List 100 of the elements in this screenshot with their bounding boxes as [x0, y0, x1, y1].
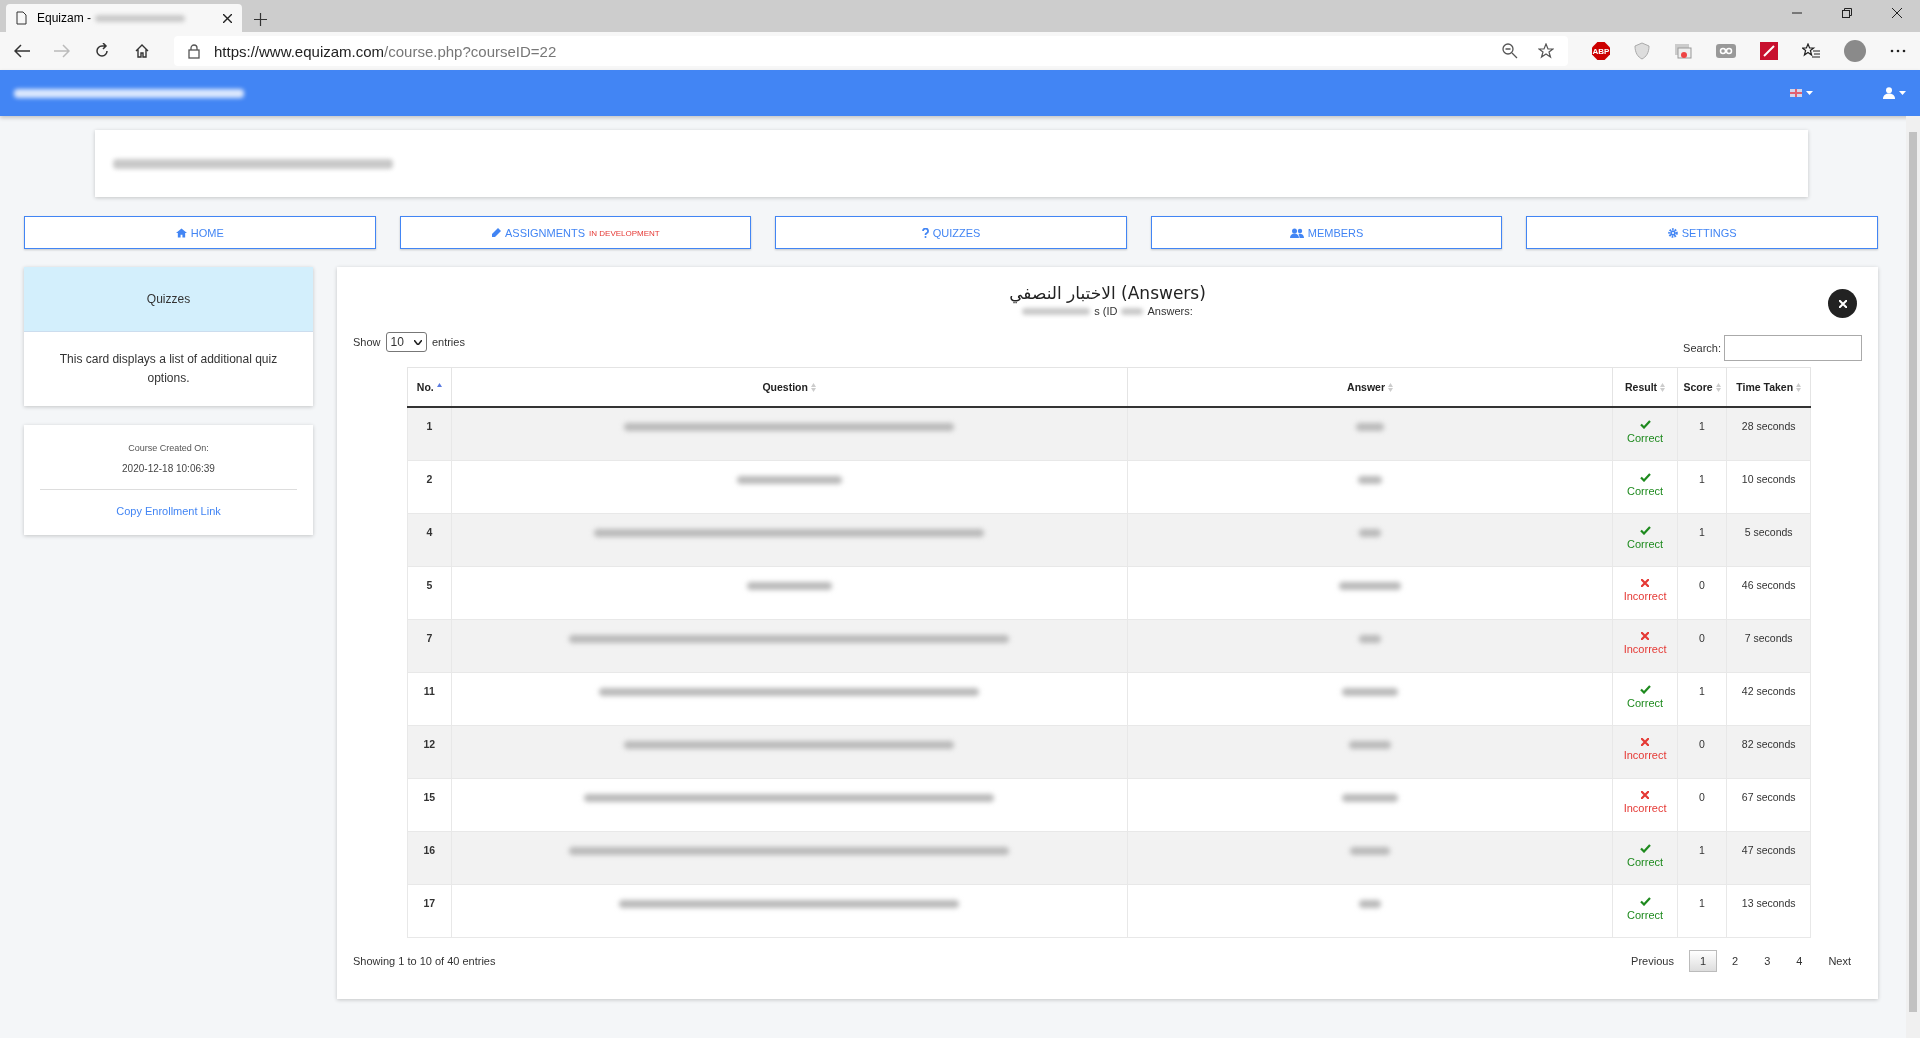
- check-icon: [1639, 843, 1651, 853]
- table-cell: 17: [407, 884, 452, 937]
- language-dropdown[interactable]: [1790, 89, 1813, 97]
- table-cell: 1: [1677, 407, 1727, 460]
- nav-button[interactable]: ASSIGNMENTS IN DEVELOPMENT: [399, 216, 752, 249]
- extension-icon[interactable]: [1674, 43, 1692, 59]
- table-cell: 2: [407, 460, 452, 513]
- page-button[interactable]: 2: [1721, 949, 1750, 972]
- table-cell: 11: [407, 672, 452, 725]
- check-icon: [1639, 684, 1651, 694]
- table-cell: 28 seconds: [1726, 407, 1811, 460]
- close-button[interactable]: [1828, 289, 1857, 318]
- flag-icon: [1790, 89, 1802, 97]
- table-cell: 42 seconds: [1726, 672, 1811, 725]
- table-cell: 1: [1677, 831, 1727, 884]
- search-field[interactable]: [1724, 335, 1862, 361]
- result-cell: Correct: [1614, 420, 1676, 444]
- blurred-text: [1356, 423, 1385, 431]
- user-icon: [1883, 87, 1895, 99]
- scrollbar[interactable]: [1906, 116, 1920, 1038]
- blurred-text: [1359, 528, 1382, 537]
- table-cell: 16: [407, 831, 452, 884]
- table-cell: 7 seconds: [1726, 619, 1811, 672]
- table-cell: 82 seconds: [1726, 725, 1811, 778]
- result-cell: Incorrect: [1614, 737, 1676, 761]
- nav-button[interactable]: QUIZZES: [775, 216, 1127, 249]
- show-label: Show: [353, 336, 381, 348]
- profile-avatar[interactable]: [1844, 40, 1866, 62]
- caret-icon: [1899, 91, 1906, 95]
- check-icon: [1639, 896, 1651, 906]
- home-icon[interactable]: [134, 43, 150, 59]
- lock-icon: [188, 43, 200, 59]
- created-label: Course Created On:: [128, 443, 209, 453]
- blurred-text: [1359, 899, 1382, 908]
- enrollment-link[interactable]: Copy Enrollment Link: [116, 505, 221, 517]
- table-cell: 46 seconds: [1726, 566, 1811, 619]
- entries-label: entries: [431, 336, 465, 348]
- table-cell: 7: [407, 619, 452, 672]
- pencil-icon: [491, 227, 501, 238]
- blurred-text: [1121, 307, 1144, 315]
- url-text: https://www.equizam.com/course.php?courseID=22: [214, 42, 557, 60]
- student-id-text: s (ID: [1094, 305, 1118, 317]
- page-button[interactable]: 4: [1785, 949, 1814, 972]
- extension-icon[interactable]: [1716, 44, 1736, 58]
- table-cell: 1: [407, 407, 452, 460]
- created-date: 2020-12-18 10:06:39: [122, 463, 215, 474]
- page-button[interactable]: 3: [1753, 949, 1782, 972]
- nav-button[interactable]: HOME: [24, 216, 376, 249]
- page-button[interactable]: Previous: [1620, 949, 1685, 972]
- browser-tab[interactable]: Equizam -: [6, 4, 242, 32]
- result-cell: Incorrect: [1614, 631, 1676, 655]
- more-icon[interactable]: [1890, 49, 1906, 53]
- cross-icon: [1641, 578, 1650, 587]
- tab-title: Equizam -: [37, 11, 92, 25]
- home-icon: [175, 227, 187, 238]
- blurred-text: [1349, 740, 1392, 749]
- result-cell: Correct: [1614, 472, 1676, 497]
- page-size-select[interactable]: 10: [385, 332, 427, 352]
- table-cell: 67 seconds: [1726, 778, 1811, 831]
- extension-icon[interactable]: [1760, 42, 1778, 60]
- table-info: Showing 1 to 10 of 40 entries: [353, 954, 496, 967]
- back-icon[interactable]: [14, 44, 30, 58]
- quiz-title: الاختبار النصفي (Answers): [1008, 283, 1207, 303]
- table-cell: 0: [1677, 619, 1727, 672]
- nav-button[interactable]: MEMBERS: [1150, 216, 1503, 249]
- close-icon: [1838, 299, 1847, 308]
- blurred-text: [1342, 687, 1399, 696]
- blurred-text: [1350, 846, 1391, 855]
- blurred-text: [1339, 581, 1402, 590]
- zoom-out-icon[interactable]: [1502, 43, 1518, 59]
- refresh-icon[interactable]: [94, 43, 110, 59]
- close-icon[interactable]: [223, 13, 232, 23]
- result-cell: Correct: [1614, 843, 1676, 868]
- nav-button[interactable]: SETTINGS: [1526, 216, 1878, 249]
- cross-icon: [1641, 737, 1650, 746]
- table-cell: 5: [407, 566, 452, 619]
- answers-label: Answers:: [1147, 305, 1193, 317]
- gear-icon: [1667, 227, 1678, 238]
- result-cell: Correct: [1614, 896, 1676, 921]
- users-icon: [1289, 227, 1304, 238]
- table-cell: 1: [1677, 884, 1727, 937]
- star-icon[interactable]: [1538, 43, 1554, 59]
- result-cell: Incorrect: [1614, 790, 1676, 814]
- table-cell: 4: [407, 513, 452, 566]
- check-icon: [1639, 472, 1651, 482]
- result-cell: Correct: [1614, 525, 1676, 550]
- close-icon[interactable]: [1892, 8, 1902, 18]
- new-tab-icon[interactable]: [254, 13, 267, 26]
- user-dropdown[interactable]: [1883, 87, 1906, 99]
- card-text: This card displays a list of additional quiz options.: [58, 351, 279, 387]
- favorites-icon[interactable]: [1802, 43, 1820, 59]
- page-button[interactable]: Next: [1817, 949, 1862, 972]
- restore-icon[interactable]: [1842, 8, 1852, 18]
- table-cell: 0: [1677, 725, 1727, 778]
- table-cell: 1: [1677, 460, 1727, 513]
- table-cell: 1: [1677, 513, 1727, 566]
- table-cell: 10 seconds: [1726, 460, 1811, 513]
- page-button[interactable]: 1: [1688, 949, 1717, 972]
- address-bar[interactable]: https://www.equizam.com/course.php?courseID=22: [174, 36, 1568, 66]
- extension-icon[interactable]: ABP: [1592, 42, 1610, 60]
